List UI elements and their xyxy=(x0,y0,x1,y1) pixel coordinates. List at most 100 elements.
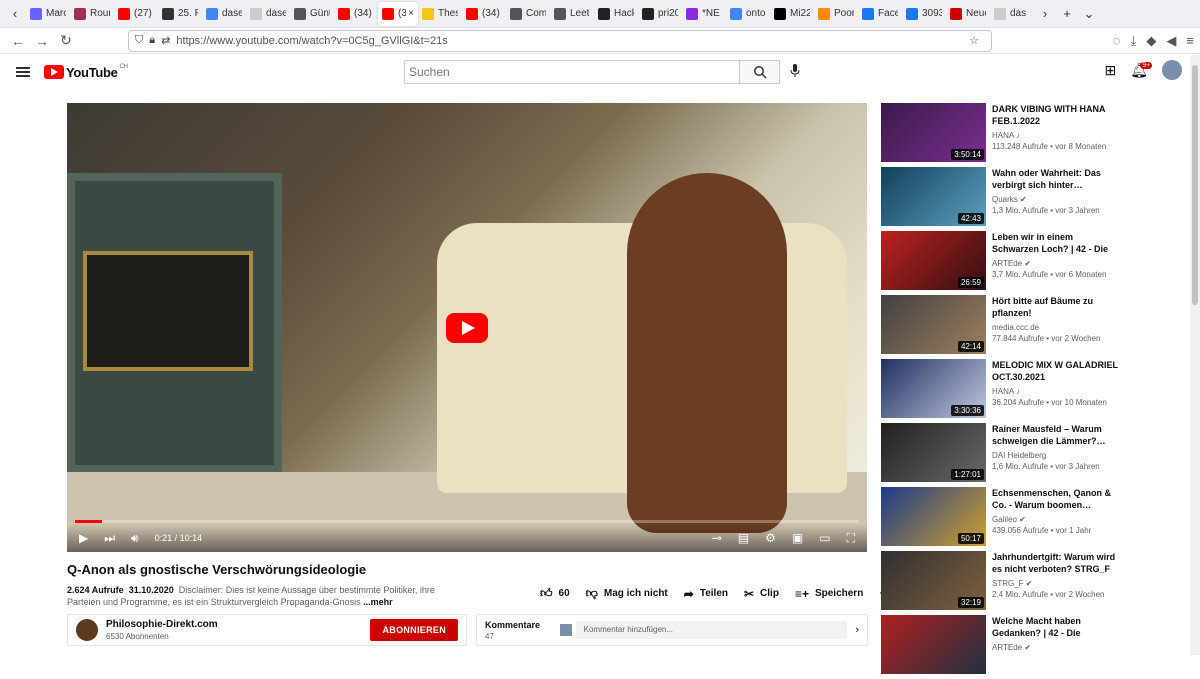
comment-input[interactable]: Kommentar hinzufügen... xyxy=(575,621,848,639)
video-thumbnail[interactable]: 3:50:14 xyxy=(881,103,986,162)
browser-tab[interactable]: Roun xyxy=(70,2,114,26)
page-scrollbar[interactable] xyxy=(1190,55,1200,655)
chevron-right-icon[interactable]: › xyxy=(855,624,859,636)
notifications-icon[interactable]: 🔔︎ 9+ xyxy=(1130,61,1153,79)
show-more-link[interactable]: ...mehr xyxy=(363,597,393,607)
related-video-item[interactable]: 3:30:36 MELODIC MIX W GALADRIEL OCT.30.20… xyxy=(881,359,1121,423)
browser-tab[interactable]: Face xyxy=(858,2,902,26)
browser-tab[interactable]: pri20 xyxy=(638,2,682,26)
subscribe-button[interactable]: ABONNIEREN xyxy=(370,619,458,641)
browser-tab[interactable]: Hack xyxy=(594,2,638,26)
big-play-button[interactable] xyxy=(446,313,488,343)
like-button[interactable]: 👍︎ 60 xyxy=(540,586,570,601)
video-thumbnail[interactable]: 42:14 xyxy=(881,295,986,354)
back-icon[interactable]: ← xyxy=(6,33,30,49)
dislike-button[interactable]: 👎︎ Mag ich nicht xyxy=(586,586,668,601)
browser-tab[interactable]: dase xyxy=(202,2,246,26)
related-video-title[interactable]: Wahn oder Wahrheit: Das verbirgt sich hi… xyxy=(992,167,1120,191)
channel-avatar[interactable] xyxy=(76,619,98,641)
video-thumbnail[interactable]: 3:30:36 xyxy=(881,359,986,418)
related-video-item[interactable]: 32:19 Jahrhundertgift: Warum wird es nich… xyxy=(881,551,1121,615)
browser-tab[interactable]: 3093 xyxy=(902,2,946,26)
permissions-icon[interactable]: ⇄ xyxy=(161,34,170,47)
video-thumbnail[interactable] xyxy=(881,615,986,674)
related-video-title[interactable]: Welche Macht haben Gedanken? | 42 - Die … xyxy=(992,615,1120,639)
related-video-title[interactable]: Echsenmenschen, Qanon & Co. - Warum boom… xyxy=(992,487,1120,511)
related-video-title[interactable]: Rainer Mausfeld – Warum schweigen die Lä… xyxy=(992,423,1120,447)
tab-scroll-left-icon[interactable]: ‹ xyxy=(4,6,26,21)
search-input[interactable] xyxy=(404,60,740,84)
browser-tab[interactable]: (34× xyxy=(378,1,418,26)
tab-list-icon[interactable]: ⌄ xyxy=(1078,6,1100,22)
progress-bar[interactable] xyxy=(75,520,859,523)
browser-tab[interactable]: Poor xyxy=(814,2,858,26)
comments-card[interactable]: Kommentare 47 Kommentar hinzufügen... › xyxy=(476,614,868,646)
close-tab-icon[interactable]: × xyxy=(408,8,414,19)
browser-tab[interactable]: (34) xyxy=(334,2,378,26)
related-video-item[interactable]: 1:27:01 Rainer Mausfeld – Warum schweigen… xyxy=(881,423,1121,487)
downloads-icon[interactable]: ⤓ xyxy=(1131,33,1137,49)
new-tab-icon[interactable]: + xyxy=(1056,6,1078,21)
microphone-icon[interactable] xyxy=(790,64,800,83)
browser-tab[interactable]: 25. P xyxy=(158,2,202,26)
video-thumbnail[interactable]: 32:19 xyxy=(881,551,986,610)
related-video-title[interactable]: Hört bitte auf Bäume zu pflanzen! xyxy=(992,295,1120,319)
autoplay-toggle-icon[interactable]: ⊸ xyxy=(712,531,722,546)
related-video-item[interactable]: Welche Macht haben Gedanken? | 42 - Die … xyxy=(881,615,1121,679)
related-video-item[interactable]: 42:14 Hört bitte auf Bäume zu pflanzen! me… xyxy=(881,295,1121,359)
create-video-icon[interactable]: ⊞ xyxy=(1104,62,1116,79)
next-icon[interactable]: ⏭︎ xyxy=(104,531,115,546)
browser-tab[interactable]: Leet xyxy=(550,2,594,26)
browser-tab[interactable]: Marc xyxy=(26,2,70,26)
browser-tab[interactable]: Thes xyxy=(418,2,462,26)
megaphone-icon[interactable]: ◀ xyxy=(1166,33,1176,49)
browser-tab[interactable]: (34) xyxy=(462,2,506,26)
video-thumbnail[interactable]: 42:43 xyxy=(881,167,986,226)
video-thumbnail[interactable]: 26:59 xyxy=(881,231,986,290)
play-icon[interactable]: ▶ xyxy=(79,531,88,545)
url-text[interactable]: https://www.youtube.com/watch?v=0C5g_GVl… xyxy=(176,35,447,47)
theater-mode-icon[interactable]: ▭ xyxy=(819,531,830,546)
subtitles-icon[interactable]: ▤ xyxy=(738,531,749,546)
related-video-title[interactable]: Jahrhundertgift: Warum wird es nicht ver… xyxy=(992,551,1120,575)
video-thumbnail[interactable]: 50:17 xyxy=(881,487,986,546)
video-player[interactable]: ▶ ⏭︎ 🔊︎ 0:21 / 10:14 ⊸ ▤ ⚙ ▣ ▭ ⛶ xyxy=(67,103,867,552)
search-button[interactable] xyxy=(740,60,780,84)
url-bar[interactable]: ⛉ 🔒︎ ⇄ https://www.youtube.com/watch?v=0… xyxy=(128,29,992,52)
forward-icon[interactable]: → xyxy=(30,33,54,49)
miniplayer-icon[interactable]: ▣ xyxy=(792,531,803,546)
video-thumbnail[interactable]: 1:27:01 xyxy=(881,423,986,482)
related-video-title[interactable]: Leben wir in einem Schwarzen Loch? | 42 … xyxy=(992,231,1120,255)
tab-scroll-right-icon[interactable]: › xyxy=(1034,6,1056,21)
pocket-icon[interactable]: ◌ xyxy=(1113,33,1121,48)
hamburger-menu-icon[interactable] xyxy=(16,67,30,77)
scrollbar-thumb[interactable] xyxy=(1192,65,1198,305)
browser-tab[interactable]: Com xyxy=(506,2,550,26)
browser-tab[interactable]: (27) xyxy=(114,2,158,26)
fullscreen-icon[interactable]: ⛶ xyxy=(847,531,855,546)
menu-icon[interactable]: ≡ xyxy=(1186,33,1194,48)
related-video-item[interactable]: 3:50:14 DARK VIBING WITH HANA FEB.1.2022 H… xyxy=(881,103,1121,167)
reload-icon[interactable]: ↻ xyxy=(54,32,78,49)
bookmark-star-icon[interactable]: ☆ xyxy=(969,34,979,47)
save-button[interactable]: ≡+ Speichern xyxy=(795,587,863,601)
extension-icon[interactable]: ◆ xyxy=(1146,33,1156,49)
clip-button[interactable]: ✂ Clip xyxy=(744,587,779,601)
related-video-item[interactable]: 42:43 Wahn oder Wahrheit: Das verbirgt si… xyxy=(881,167,1121,231)
browser-tab[interactable]: Günt xyxy=(290,2,334,26)
related-video-item[interactable]: 26:59 Leben wir in einem Schwarzen Loch? … xyxy=(881,231,1121,295)
settings-gear-icon[interactable]: ⚙ xyxy=(765,531,776,546)
account-avatar[interactable] xyxy=(1162,60,1182,80)
browser-tab[interactable]: onto xyxy=(726,2,770,26)
browser-tab[interactable]: daseins xyxy=(246,2,290,26)
browser-tab[interactable]: Neue xyxy=(946,2,990,26)
browser-tab[interactable]: das xyxy=(990,2,1034,26)
channel-name[interactable]: Philosophie-Direkt.com xyxy=(106,619,218,630)
browser-tab[interactable]: *NE xyxy=(682,2,726,26)
browser-tab[interactable]: Mi22 xyxy=(770,2,814,26)
youtube-logo[interactable]: YouTube CH xyxy=(44,64,128,80)
share-button[interactable]: ➦ Teilen xyxy=(684,587,728,601)
related-video-item[interactable]: 50:17 Echsenmenschen, Qanon & Co. - Warum… xyxy=(881,487,1121,551)
volume-icon[interactable]: 🔊︎ xyxy=(131,531,139,546)
video-description[interactable]: 2.624 Aufrufe 31.10.2020 Disclaimer: Die… xyxy=(67,584,437,608)
